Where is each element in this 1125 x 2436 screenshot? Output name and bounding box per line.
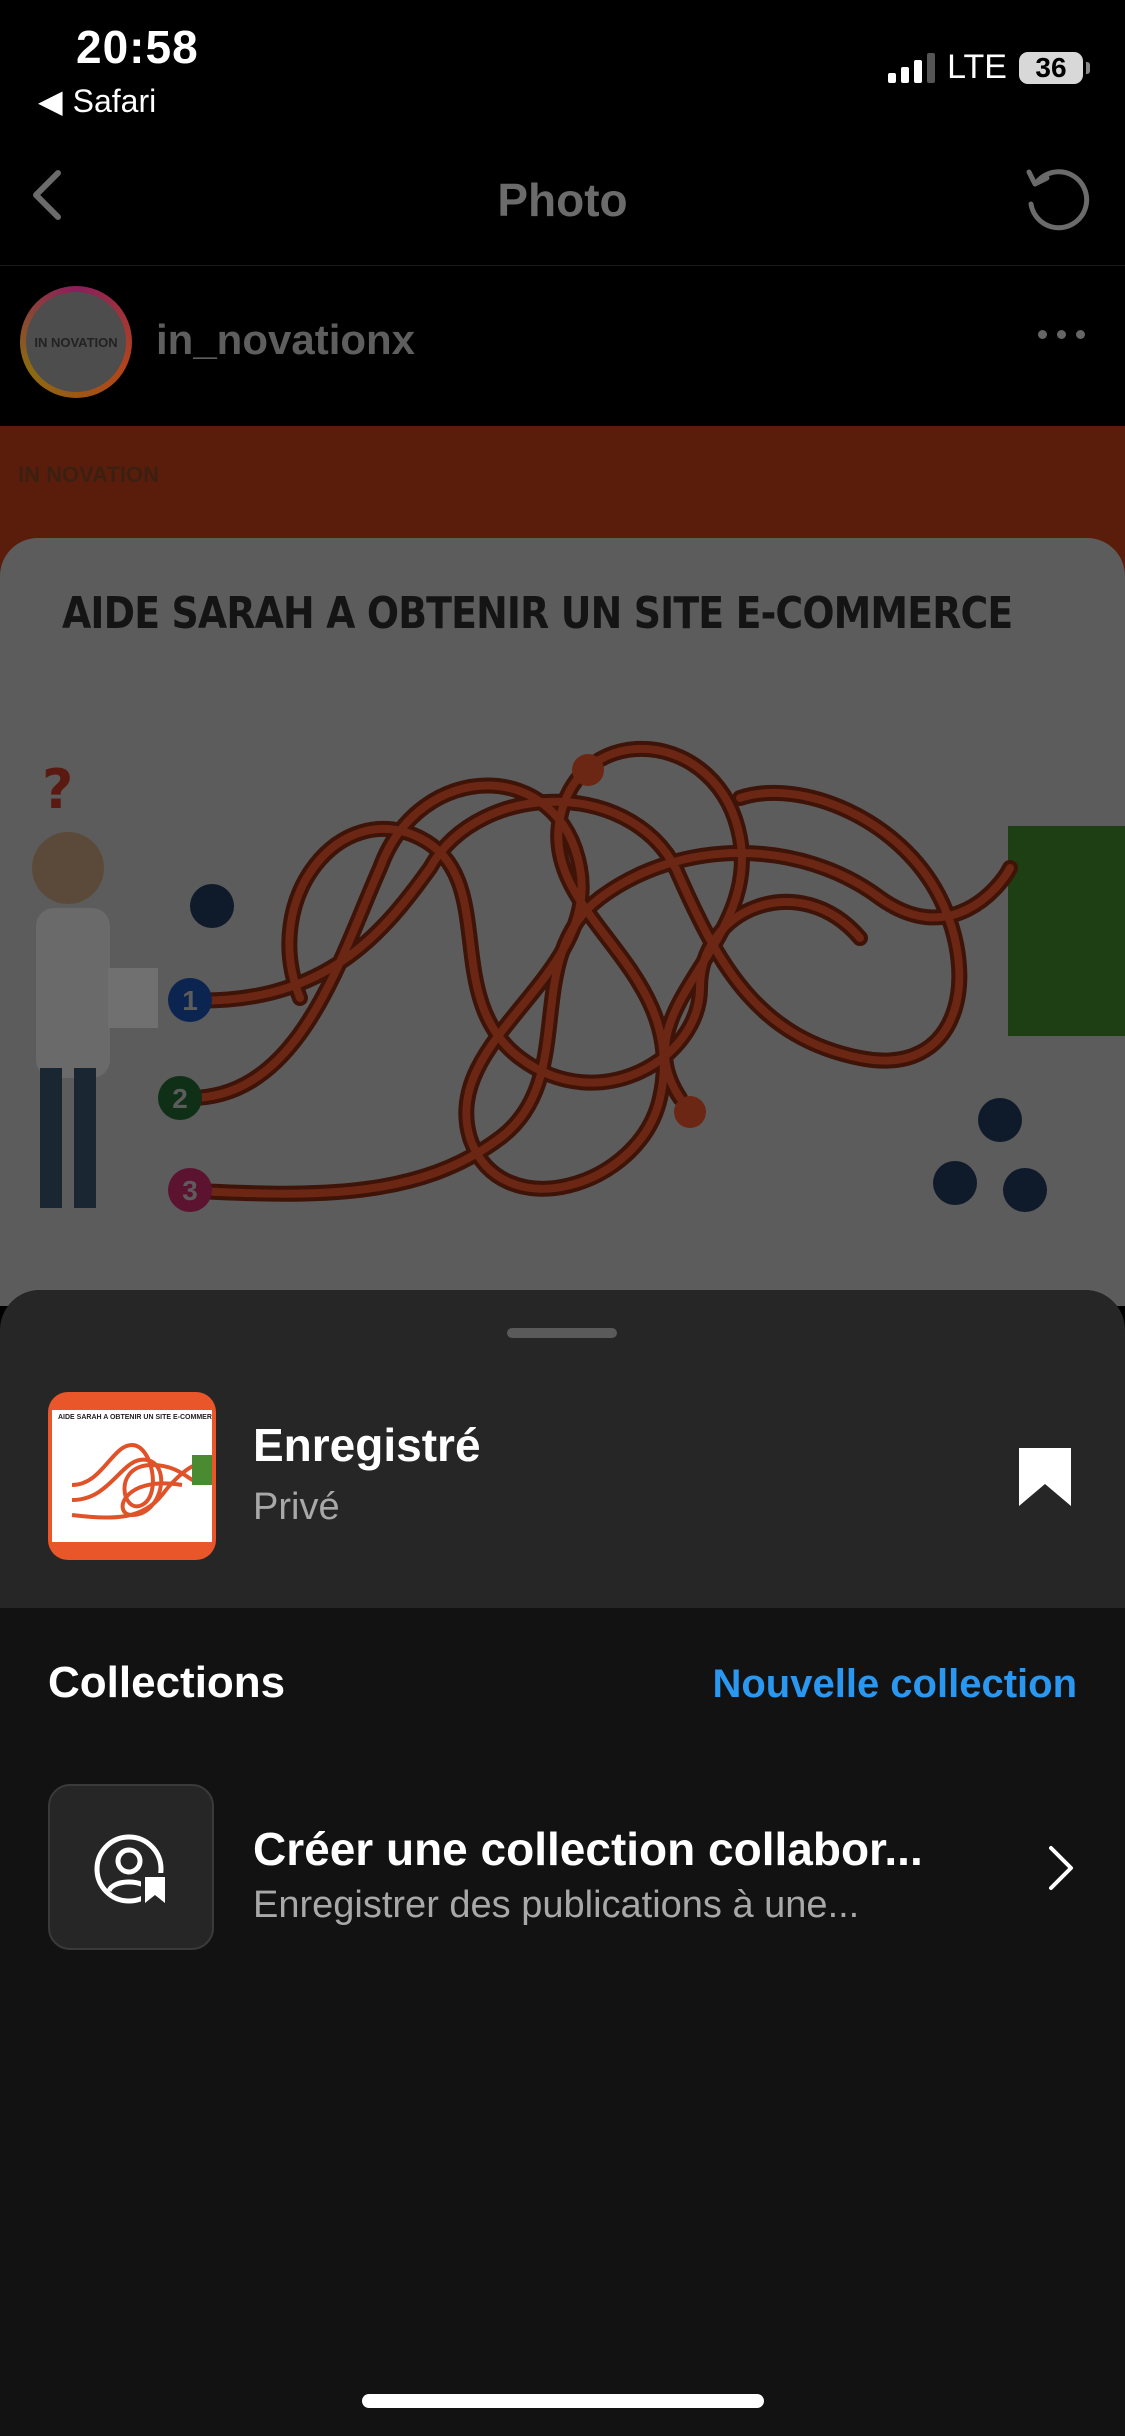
collab-subtitle: Enregistrer des publications à une... bbox=[253, 1884, 860, 1926]
page-title: Photo bbox=[497, 174, 628, 226]
signal-icon bbox=[888, 52, 936, 83]
collab-title: Créer une collection collabor... bbox=[253, 1823, 923, 1875]
home-indicator[interactable] bbox=[362, 2394, 764, 2408]
battery-icon: 36 bbox=[1019, 51, 1090, 84]
product-image bbox=[1008, 826, 1125, 1036]
back-app-label: Safari bbox=[72, 82, 157, 119]
status-indicators: LTE 36 bbox=[888, 48, 1090, 87]
avatar-logo: IN NOVATION bbox=[26, 292, 126, 392]
refresh-icon[interactable] bbox=[1019, 160, 1095, 236]
network-type: LTE bbox=[947, 48, 1007, 86]
new-collection-button[interactable]: Nouvelle collection bbox=[712, 1662, 1077, 1707]
avatar[interactable]: IN NOVATION bbox=[20, 286, 132, 398]
collab-icon-box bbox=[48, 1784, 214, 1950]
start-1-label: 1 bbox=[182, 985, 198, 1016]
maze-card: AIDE SARAH A OBTENIR UN SITE E-COMMERCE … bbox=[0, 538, 1125, 1306]
back-to-app[interactable]: ◀ Safari bbox=[38, 82, 156, 120]
status-time: 20:58 bbox=[76, 21, 199, 73]
more-options-icon[interactable] bbox=[1038, 330, 1085, 339]
saved-title: Enregistré bbox=[253, 1419, 481, 1471]
saved-privacy: Privé bbox=[253, 1486, 340, 1528]
nav-bar: Photo bbox=[0, 125, 1125, 266]
create-collab-collection-row[interactable]: Créer une collection collabor... Enregis… bbox=[0, 1784, 1125, 1964]
svg-text:?: ? bbox=[42, 758, 73, 821]
save-bottom-sheet: AIDE SARAH A OBTENIR UN SITE E-COMMERCE … bbox=[0, 1290, 1125, 2436]
sheet-grabber[interactable] bbox=[507, 1328, 617, 1338]
thumbnail-title: AIDE SARAH A OBTENIR UN SITE E-COMMERCE bbox=[58, 1414, 212, 1421]
post-logo: IN NOVATION bbox=[18, 462, 159, 487]
post-header: IN NOVATION in_novationx bbox=[0, 266, 1125, 426]
post-thumbnail: AIDE SARAH A OBTENIR UN SITE E-COMMERCE bbox=[48, 1392, 216, 1560]
saved-section: AIDE SARAH A OBTENIR UN SITE E-COMMERCE … bbox=[0, 1290, 1125, 1608]
start-3-label: 3 bbox=[182, 1175, 198, 1206]
username[interactable]: in_novationx bbox=[156, 316, 415, 364]
girl-illustration: ? bbox=[32, 758, 158, 1208]
thumbnail-content: AIDE SARAH A OBTENIR UN SITE E-COMMERCE bbox=[52, 1410, 212, 1542]
maze-illustration: ? 1 2 3 bbox=[32, 740, 1125, 1212]
status-bar: 20:58 ◀ Safari LTE 36 bbox=[0, 0, 1125, 125]
collab-user-bookmark-icon bbox=[94, 1834, 169, 1905]
maze-lines bbox=[172, 740, 1018, 1202]
bookmark-filled-icon[interactable] bbox=[1017, 1446, 1073, 1508]
back-triangle-icon: ◀ bbox=[38, 83, 63, 119]
start-2-label: 2 bbox=[172, 1083, 188, 1114]
collections-heading: Collections bbox=[48, 1658, 286, 1707]
thumbnail-maze bbox=[71, 1442, 212, 1520]
chevron-right-icon bbox=[1049, 1846, 1073, 1890]
post-image[interactable]: IN NOVATION AIDE SARAH A OBTENIR UN SITE… bbox=[0, 426, 1125, 1306]
